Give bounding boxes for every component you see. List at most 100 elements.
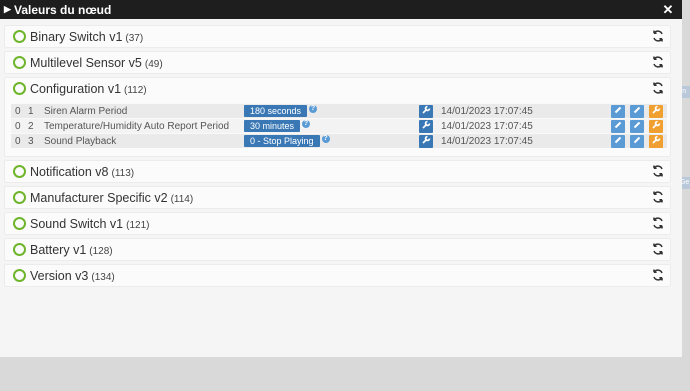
table-row: 0 1 Siren Alarm Period 180 seconds? 14/0… bbox=[11, 103, 667, 119]
configuration-body: 0 1 Siren Alarm Period 180 seconds? 14/0… bbox=[5, 99, 670, 156]
modal-titlebar: ▶ Valeurs du nœud ✕ bbox=[0, 0, 682, 19]
table-row: 0 2 Temperature/Humidity Auto Report Per… bbox=[11, 118, 667, 134]
panel-battery: Battery v1 (128) bbox=[4, 238, 671, 261]
help-icon[interactable]: ? bbox=[302, 120, 311, 128]
wrench-icon[interactable] bbox=[419, 134, 433, 148]
value-cell: 30 minutes? bbox=[244, 118, 419, 134]
wrench-icon[interactable] bbox=[419, 119, 433, 133]
panel-header[interactable]: Configuration v1 (112) bbox=[5, 78, 670, 99]
pencil-icon[interactable] bbox=[611, 104, 625, 118]
panel-id: (114) bbox=[170, 194, 194, 205]
action-cell bbox=[649, 103, 667, 119]
status-ring-icon bbox=[13, 217, 26, 230]
refresh-icon[interactable] bbox=[652, 268, 664, 282]
instance-cell: 0 bbox=[11, 133, 28, 148]
status-ring-icon bbox=[13, 82, 26, 95]
node-values-modal: ▶ Valeurs du nœud ✕ Binary Switch v1 (37… bbox=[0, 0, 682, 357]
status-ring-icon bbox=[13, 243, 26, 256]
status-ring-icon bbox=[13, 30, 26, 43]
pencil-icon[interactable] bbox=[630, 134, 644, 148]
value-button[interactable]: 30 minutes bbox=[244, 120, 301, 132]
panel-id: (112) bbox=[124, 85, 147, 96]
help-icon[interactable]: ? bbox=[321, 135, 330, 143]
param-cell: 1 bbox=[28, 103, 44, 119]
command-class-list: Binary Switch v1 (37) Multilevel Sensor … bbox=[4, 25, 671, 290]
pencil-icon[interactable] bbox=[611, 134, 625, 148]
pencil-icon[interactable] bbox=[630, 104, 644, 118]
close-icon[interactable]: ✕ bbox=[660, 2, 676, 18]
panel-title: Battery v1 bbox=[30, 242, 87, 257]
panel-id: (113) bbox=[111, 168, 135, 179]
panel-title: Binary Switch v1 bbox=[30, 29, 123, 44]
value-cell: 0 - Stop Playing? bbox=[244, 133, 419, 148]
action-cell bbox=[630, 103, 649, 119]
refresh-icon[interactable] bbox=[652, 216, 664, 230]
panel-notification: Notification v8 (113) bbox=[4, 160, 671, 183]
panel-header[interactable]: Binary Switch v1 (37) bbox=[5, 26, 670, 47]
panel-id: (128) bbox=[89, 246, 113, 257]
timestamp-cell: 14/01/2023 17:07:45 bbox=[441, 103, 611, 119]
refresh-icon[interactable] bbox=[652, 29, 664, 43]
panel-configuration: Configuration v1 (112) 0 1 Siren Alarm P… bbox=[4, 77, 671, 157]
table-row: 0 3 Sound Playback 0 - Stop Playing? 14/… bbox=[11, 133, 667, 148]
pencil-icon[interactable] bbox=[611, 119, 625, 133]
refresh-icon[interactable] bbox=[652, 55, 664, 69]
instance-cell: 0 bbox=[11, 103, 28, 119]
configuration-table: 0 1 Siren Alarm Period 180 seconds? 14/0… bbox=[11, 103, 667, 148]
panel-id: (49) bbox=[144, 59, 163, 70]
modal-title: Valeurs du nœud bbox=[14, 2, 112, 17]
timestamp-cell: 14/01/2023 17:07:45 bbox=[441, 118, 611, 134]
action-cell bbox=[419, 133, 441, 148]
refresh-icon[interactable] bbox=[652, 190, 664, 204]
wrench-icon[interactable] bbox=[419, 104, 433, 118]
action-cell bbox=[649, 133, 667, 148]
refresh-icon[interactable] bbox=[652, 242, 664, 256]
pencil-icon[interactable] bbox=[630, 119, 644, 133]
panel-multilevel-sensor: Multilevel Sensor v5 (49) bbox=[4, 51, 671, 74]
panel-title: Sound Switch v1 bbox=[30, 216, 124, 231]
wrench-icon[interactable] bbox=[649, 134, 663, 148]
refresh-icon[interactable] bbox=[652, 164, 664, 178]
label-cell: Temperature/Humidity Auto Report Period bbox=[44, 118, 244, 134]
wrench-icon[interactable] bbox=[649, 119, 663, 133]
action-cell bbox=[630, 133, 649, 148]
help-icon[interactable]: ? bbox=[309, 105, 318, 113]
chevron-right-icon: ▶ bbox=[4, 4, 11, 14]
param-cell: 2 bbox=[28, 118, 44, 134]
param-cell: 3 bbox=[28, 133, 44, 148]
panel-manufacturer-specific: Manufacturer Specific v2 (114) bbox=[4, 186, 671, 209]
value-button[interactable]: 180 seconds bbox=[244, 105, 308, 117]
status-ring-icon bbox=[13, 191, 26, 204]
label-cell: Sound Playback bbox=[44, 133, 244, 148]
panel-sound-switch: Sound Switch v1 (121) bbox=[4, 212, 671, 235]
status-ring-icon bbox=[13, 56, 26, 69]
panel-header[interactable]: Manufacturer Specific v2 (114) bbox=[5, 187, 670, 208]
panel-header[interactable]: Battery v1 (128) bbox=[5, 239, 670, 260]
panel-title: Notification v8 bbox=[30, 164, 109, 179]
panel-id: (37) bbox=[125, 33, 144, 44]
panel-title: Version v3 bbox=[30, 268, 89, 283]
label-cell: Siren Alarm Period bbox=[44, 103, 244, 119]
panel-header[interactable]: Notification v8 (113) bbox=[5, 161, 670, 182]
panel-header[interactable]: Sound Switch v1 (121) bbox=[5, 213, 670, 234]
status-ring-icon bbox=[13, 269, 26, 282]
value-cell: 180 seconds? bbox=[244, 103, 419, 119]
action-cell bbox=[611, 133, 630, 148]
value-button[interactable]: 0 - Stop Playing bbox=[244, 135, 320, 147]
panel-title: Manufacturer Specific v2 bbox=[30, 190, 168, 205]
action-cell bbox=[419, 103, 441, 119]
panel-header[interactable]: Multilevel Sensor v5 (49) bbox=[5, 52, 670, 73]
panel-version: Version v3 (134) bbox=[4, 264, 671, 287]
panel-binary-switch: Binary Switch v1 (37) bbox=[4, 25, 671, 48]
panel-title: Multilevel Sensor v5 bbox=[30, 55, 142, 70]
instance-cell: 0 bbox=[11, 118, 28, 134]
status-ring-icon bbox=[13, 165, 26, 178]
action-cell bbox=[611, 103, 630, 119]
timestamp-cell: 14/01/2023 17:07:45 bbox=[441, 133, 611, 148]
action-cell bbox=[630, 118, 649, 134]
wrench-icon[interactable] bbox=[649, 104, 663, 118]
panel-id: (134) bbox=[91, 272, 115, 283]
refresh-icon[interactable] bbox=[652, 81, 664, 95]
panel-title: Configuration v1 bbox=[30, 81, 122, 96]
panel-header[interactable]: Version v3 (134) bbox=[5, 265, 670, 286]
